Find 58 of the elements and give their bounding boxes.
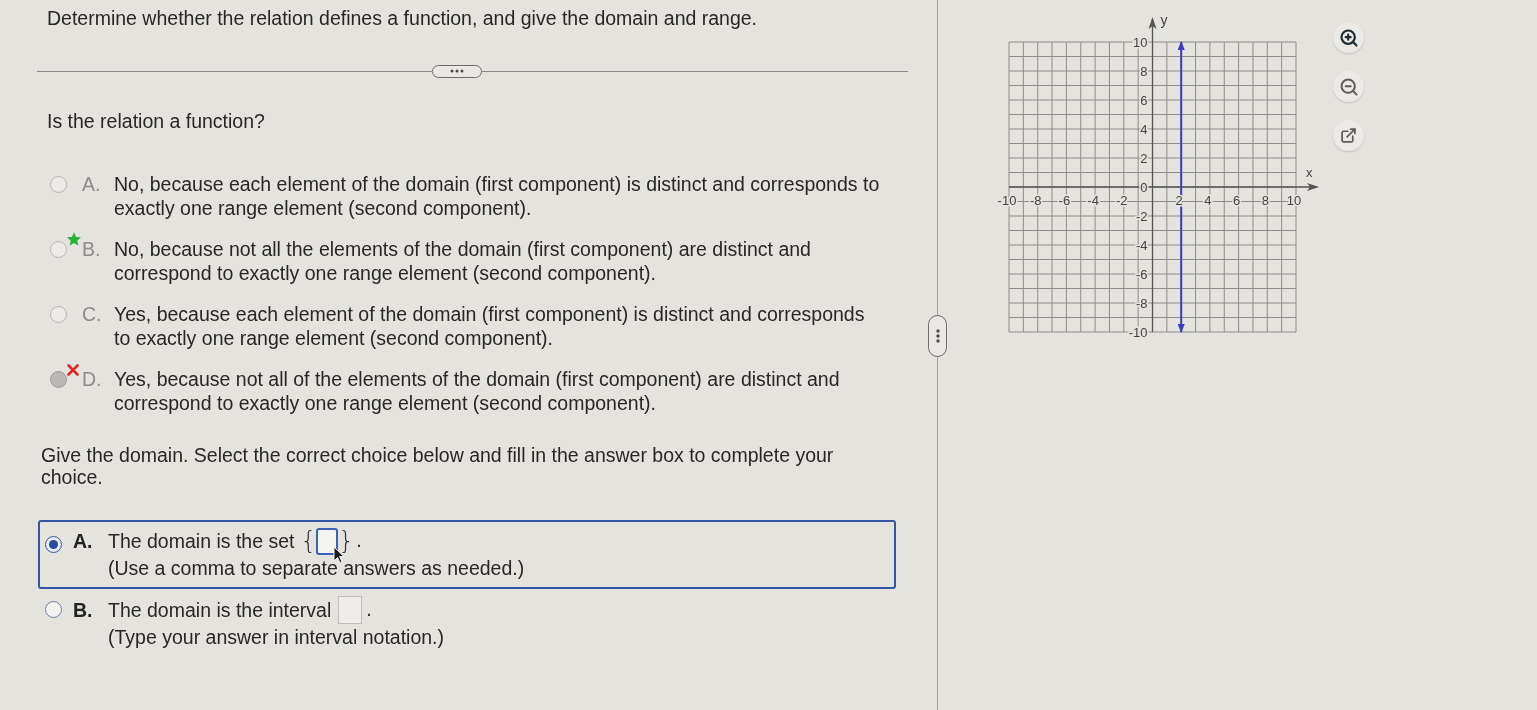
axis-tick-label: -2 bbox=[1135, 208, 1148, 224]
hint-text: (Use a comma to separate answers as needed.) bbox=[108, 556, 525, 580]
axis-label: y bbox=[1160, 12, 1168, 28]
choice-letter: B. bbox=[73, 598, 94, 623]
axis-tick-label: -10 bbox=[997, 193, 1017, 208]
choice-letter: A. bbox=[73, 529, 94, 554]
axis-tick-label: -4 bbox=[1135, 237, 1148, 253]
choice-letter: A. bbox=[82, 172, 102, 196]
radio-button[interactable] bbox=[45, 536, 62, 553]
dots-icon bbox=[450, 69, 464, 73]
set-brace: } bbox=[338, 526, 355, 556]
axis-label: x bbox=[1306, 165, 1313, 180]
axis-tick-label: 6 bbox=[1233, 193, 1241, 208]
axis-tick-label: 10 bbox=[1133, 34, 1148, 50]
choice-text: Yes, because not all of the elements of the domain (first component) are distinct and correspond to exactly one range element (second component). bbox=[114, 367, 840, 415]
axis-tick-label: 10 bbox=[1286, 193, 1302, 208]
radio-button[interactable] bbox=[50, 176, 67, 193]
axis-tick-label: -6 bbox=[1058, 193, 1071, 208]
period-text: . bbox=[356, 528, 362, 554]
axis-tick-label: -2 bbox=[1116, 193, 1128, 208]
choice-text: The domain is the set bbox=[108, 529, 295, 553]
axis-tick-label: -8 bbox=[1029, 193, 1042, 208]
axis-tick-label: 6 bbox=[1140, 92, 1148, 108]
radio-button[interactable] bbox=[50, 371, 67, 388]
axis-tick-label: -4 bbox=[1087, 193, 1099, 208]
choice-text: No, because each element of the domain (first component) is distinct and corresponds to exactly one range element (second component). bbox=[114, 172, 880, 220]
axis-tick-label: 2 bbox=[1140, 150, 1148, 166]
zoom-in-icon bbox=[1338, 27, 1359, 48]
external-link-icon bbox=[1340, 127, 1357, 144]
answer-box[interactable] bbox=[316, 527, 339, 555]
axis-tick-label: -8 bbox=[1135, 295, 1148, 311]
choice-text: The domain is the interval bbox=[108, 598, 332, 622]
radio-button[interactable] bbox=[45, 601, 62, 618]
question-prompt: Is the relation a function? bbox=[47, 109, 265, 133]
resize-handle[interactable] bbox=[928, 315, 947, 357]
expand-button[interactable] bbox=[432, 64, 482, 78]
choice-letter: D. bbox=[82, 367, 103, 391]
hint-text: (Type your answer in interval notation.) bbox=[108, 625, 444, 649]
open-external-button[interactable] bbox=[1333, 120, 1364, 151]
question-prompt: Give the domain. Select the correct choice below and fill in the answer box to complete your choice. bbox=[41, 444, 834, 488]
choice-text: Yes, because each element of the domain (first component) is distinct and corresponds to exactly one range element (second component). bbox=[114, 302, 865, 350]
axis-tick-label: -10 bbox=[1128, 324, 1148, 340]
axis-tick-label: 8 bbox=[1261, 193, 1269, 208]
axis-tick-label: -6 bbox=[1135, 266, 1148, 282]
radio-button[interactable] bbox=[50, 306, 67, 323]
question-title: Determine whether the relation defines a function, and give the domain and range. bbox=[47, 6, 758, 30]
zoom-in-button[interactable] bbox=[1333, 22, 1364, 53]
axis-tick-label: 8 bbox=[1140, 63, 1148, 79]
period-text: . bbox=[366, 597, 372, 623]
zoom-out-icon bbox=[1338, 76, 1359, 97]
choice-text: No, because not all the elements of the domain (first component) are distinct and correspond to exactly one range element (second component). bbox=[114, 237, 811, 285]
zoom-out-button[interactable] bbox=[1333, 71, 1364, 102]
dots-icon bbox=[935, 329, 940, 343]
radio-button[interactable] bbox=[50, 241, 67, 258]
axis-tick-label: 4 bbox=[1140, 121, 1148, 137]
set-brace: { bbox=[300, 526, 317, 556]
choice-letter: B. bbox=[82, 237, 102, 261]
choice-letter: C. bbox=[82, 302, 103, 326]
